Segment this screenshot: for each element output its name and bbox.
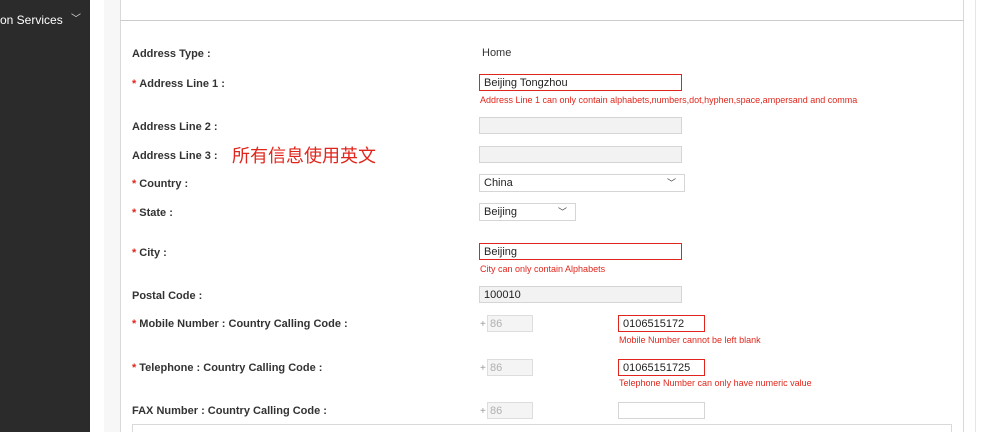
fax-plus-sign: + <box>480 406 486 417</box>
divider <box>120 20 964 21</box>
address-type-label: Address Type : <box>132 48 211 60</box>
sidebar-item-label: on Services <box>0 13 63 27</box>
address-line2-input[interactable] <box>479 117 682 134</box>
mobile-error: Mobile Number cannot be left blank <box>619 335 761 345</box>
address-line3-label: Address Line 3 : <box>132 150 218 162</box>
address-line1-input[interactable]: Beijing Tongzhou <box>479 74 682 91</box>
sidebar: on Services ﹀ <box>0 0 90 432</box>
telephone-label-row: * Telephone : Country Calling Code : <box>132 362 322 374</box>
next-section-box <box>132 424 952 432</box>
required-marker: * <box>132 207 137 219</box>
chevron-down-icon: ﹀ <box>666 178 676 188</box>
postal-code-label: Postal Code : <box>132 290 203 302</box>
telephone-number-input[interactable]: 01065151725 <box>618 359 705 376</box>
mobile-label: Mobile Number : Country Calling Code : <box>139 318 348 330</box>
mobile-number-input[interactable]: 0106515172 <box>618 315 705 332</box>
state-label-row: * State : <box>132 207 173 219</box>
scrollbar-track[interactable] <box>975 0 1002 432</box>
fax-number-input[interactable] <box>618 402 705 419</box>
sidebar-item-services[interactable]: on Services ﹀ <box>0 11 90 29</box>
required-marker: * <box>132 78 137 90</box>
address-line1-error: Address Line 1 can only contain alphabet… <box>480 95 858 105</box>
chevron-down-icon: ﹀ <box>557 207 567 217</box>
country-label: Country : <box>139 178 189 190</box>
address-line1-label: Address Line 1 : <box>139 78 225 90</box>
telephone-error: Telephone Number can only have numeric v… <box>619 378 812 388</box>
state-select-value: Beijing <box>484 206 518 218</box>
telephone-country-code-input[interactable]: 86 <box>487 359 533 376</box>
annotation-note: 所有信息使用英文 <box>232 146 376 167</box>
required-marker: * <box>132 362 137 374</box>
city-label: City : <box>139 247 167 259</box>
city-error: City can only contain Alphabets <box>480 264 606 274</box>
telephone-plus-sign: + <box>480 363 486 374</box>
city-input[interactable]: Beijing <box>479 243 682 260</box>
address-type-value: Home <box>482 47 512 59</box>
mobile-country-code-input[interactable]: 86 <box>487 315 533 332</box>
required-marker: * <box>132 318 137 330</box>
address-line3-input[interactable] <box>479 146 682 163</box>
gutter <box>90 0 104 432</box>
address-line1-label-row: * Address Line 1 : <box>132 78 225 90</box>
fax-label: FAX Number : Country Calling Code : <box>132 405 327 417</box>
city-label-row: * City : <box>132 247 167 259</box>
mobile-label-row: * Mobile Number : Country Calling Code : <box>132 318 348 330</box>
state-label: State : <box>139 207 173 219</box>
country-select-value: China <box>484 177 513 189</box>
state-select[interactable]: Beijing ﹀ <box>479 203 576 221</box>
address-line2-label: Address Line 2 : <box>132 121 218 133</box>
required-marker: * <box>132 247 137 259</box>
required-marker: * <box>132 178 137 190</box>
country-label-row: * Country : <box>132 178 188 190</box>
country-select[interactable]: China ﹀ <box>479 174 685 192</box>
mobile-plus-sign: + <box>480 319 486 330</box>
fax-country-code-input[interactable]: 86 <box>487 402 533 419</box>
chevron-down-icon: ﹀ <box>71 14 81 25</box>
postal-code-input[interactable]: 100010 <box>479 286 682 303</box>
telephone-label: Telephone : Country Calling Code : <box>139 362 323 374</box>
